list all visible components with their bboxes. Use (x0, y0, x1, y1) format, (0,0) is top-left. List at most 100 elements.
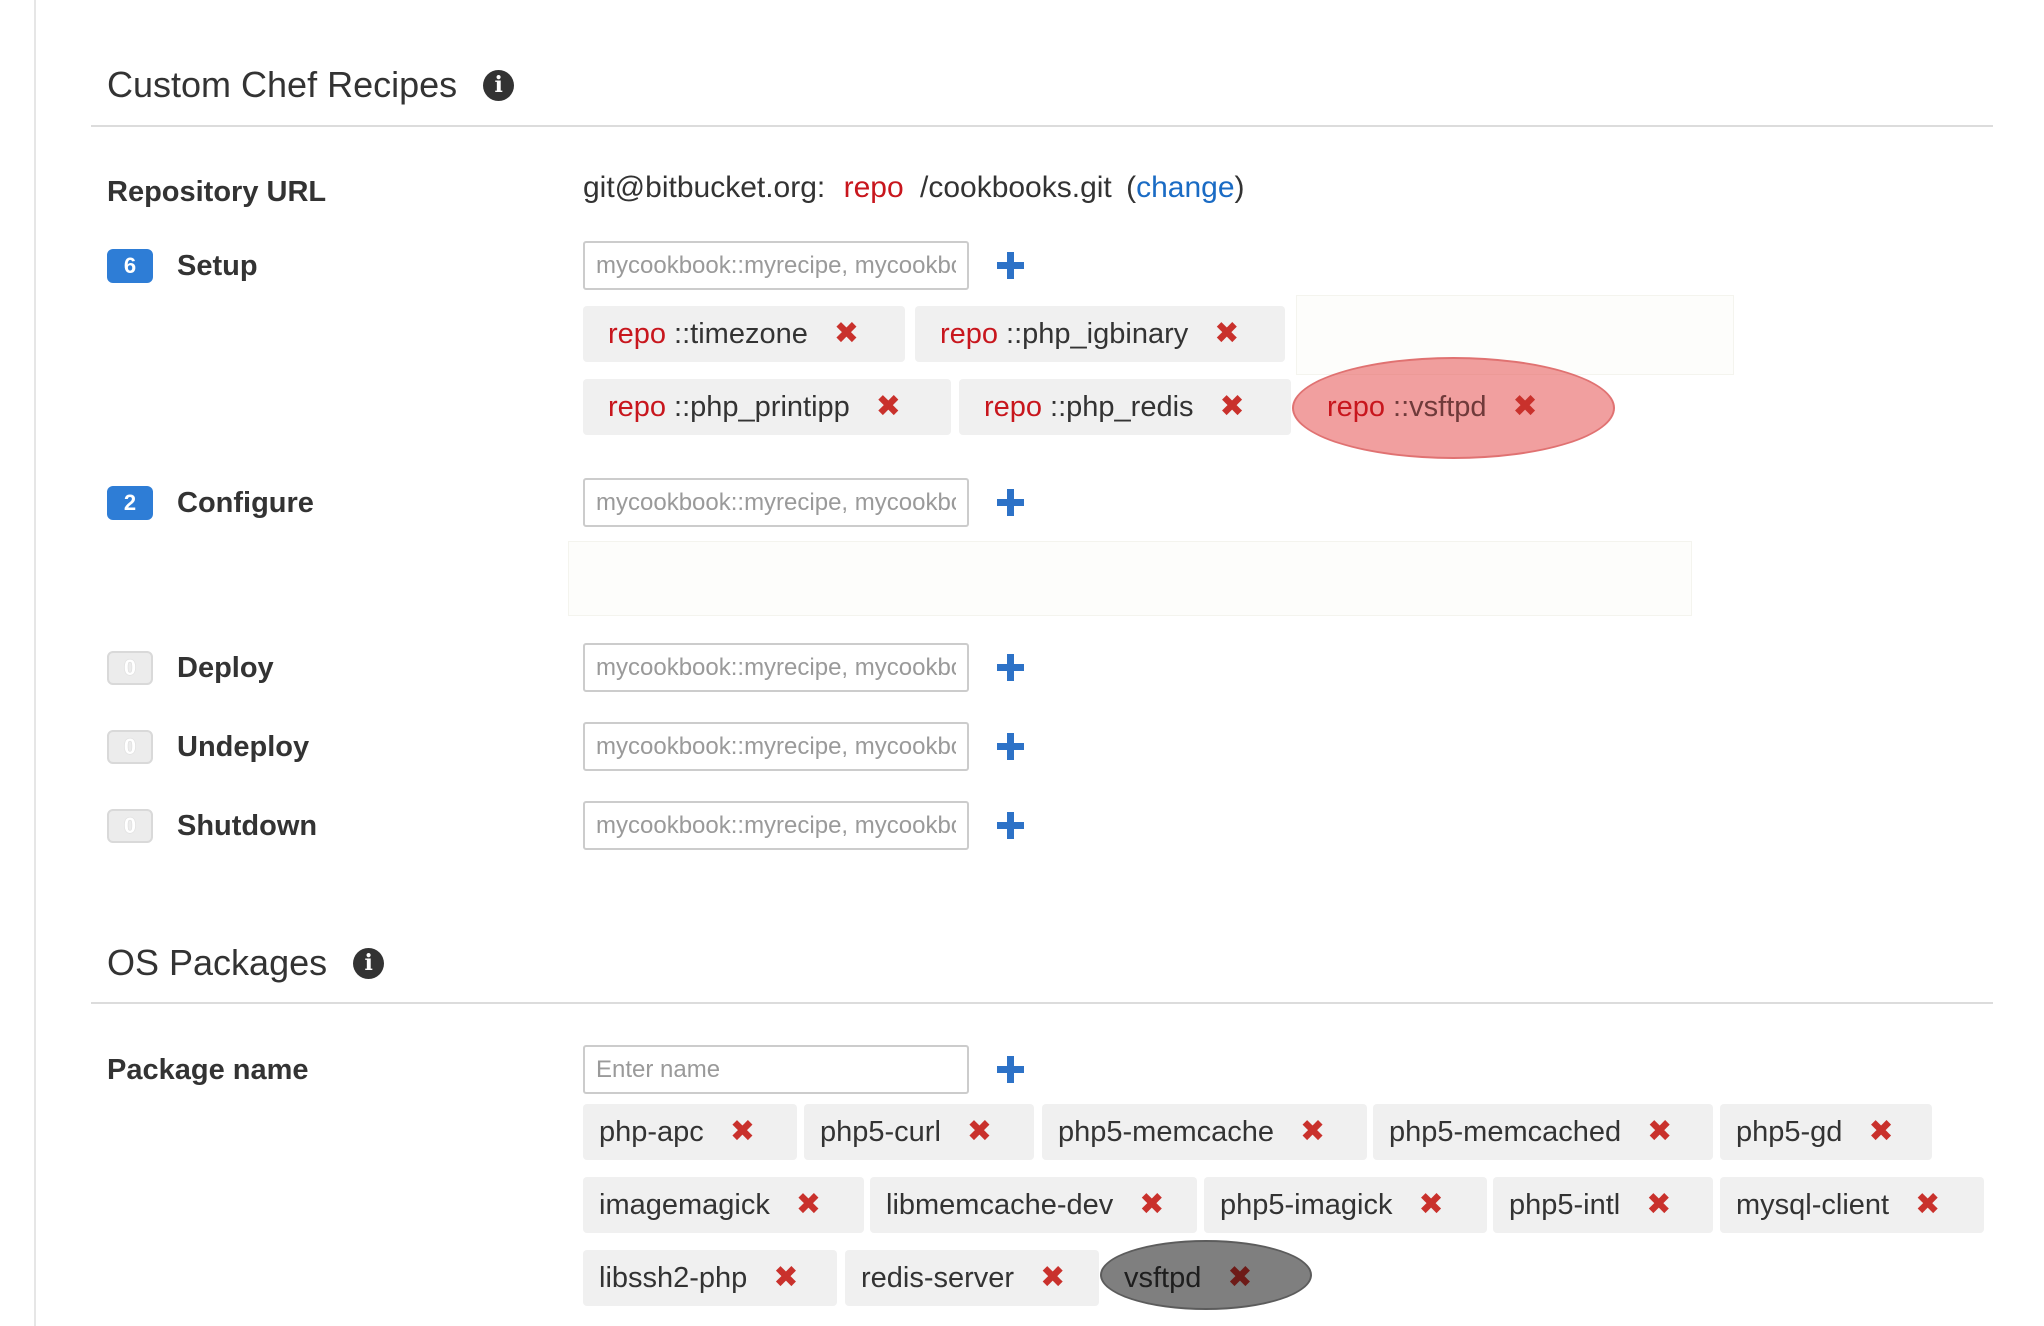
shutdown-count-badge: 0 (107, 809, 153, 843)
page-left-border (34, 0, 36, 1326)
package-tag-label: php5-memcache (1058, 1115, 1274, 1148)
package-tag: php-apc ✖ (583, 1104, 797, 1160)
undeploy-label: Undeploy (177, 730, 310, 763)
remove-x-icon[interactable]: ✖ (1646, 1190, 1671, 1220)
remove-x-icon[interactable]: ✖ (1220, 392, 1245, 422)
remove-x-icon[interactable]: ✖ (1040, 1263, 1065, 1293)
package-tag: php5-memcached ✖ (1373, 1104, 1713, 1160)
shutdown-label: Shutdown (177, 809, 318, 842)
shutdown-recipe-input[interactable] (583, 801, 969, 850)
package-tag-label: php-apc (599, 1115, 704, 1148)
package-tag-label: php5-memcached (1389, 1115, 1622, 1148)
package-tag-label: vsftpd (1124, 1261, 1202, 1294)
info-icon[interactable]: i (353, 947, 385, 979)
setup-recipe-tag-dragging[interactable]: repo ::vsftpd ✖ (1302, 379, 1580, 435)
tag-repo-prefix: repo (1327, 390, 1386, 423)
os-section-divider (91, 1002, 1993, 1004)
package-tag-label: php5-gd (1736, 1115, 1843, 1148)
repo-url-repo: repo (843, 171, 904, 204)
package-tag: redis-server ✖ (845, 1250, 1099, 1306)
event-row-deploy: 0 Deploy (107, 648, 274, 688)
configure-recipe-input[interactable] (583, 478, 969, 527)
tag-recipe-name: ::vsftpd (1393, 390, 1487, 423)
setup-recipe-tag: repo ::php_printipp ✖ (583, 379, 951, 435)
repo-url-suffix: /cookbooks.git (919, 171, 1112, 204)
setup-label: Setup (177, 249, 258, 282)
remove-x-icon[interactable]: ✖ (967, 1117, 992, 1147)
tag-recipe-name: ::php_igbinary (1006, 317, 1189, 350)
package-tag: php5-intl ✖ (1493, 1177, 1713, 1233)
os-section-title: OS Packages i (107, 938, 385, 988)
package-tag-label: libssh2-php (599, 1261, 748, 1294)
remove-x-icon[interactable]: ✖ (1214, 319, 1239, 349)
tag-recipe-name: ::php_redis (1050, 390, 1194, 423)
configure-label: Configure (177, 486, 314, 519)
package-name-input[interactable] (583, 1045, 969, 1094)
remove-x-icon[interactable]: ✖ (834, 319, 859, 349)
remove-x-icon[interactable]: ✖ (1647, 1117, 1672, 1147)
tag-recipe-name: ::timezone (674, 317, 808, 350)
configure-tag-area (568, 541, 1692, 616)
plus-icon[interactable] (997, 812, 1024, 839)
plus-icon[interactable] (997, 1056, 1024, 1083)
repo-url-close-paren: ) (1234, 171, 1245, 204)
package-tag: php5-memcache ✖ (1042, 1104, 1367, 1160)
os-section-title-text: OS Packages (107, 942, 328, 983)
tag-recipe-name: ::php_printipp (674, 390, 850, 423)
remove-x-icon[interactable]: ✖ (1227, 1263, 1252, 1293)
remove-x-icon[interactable]: ✖ (1418, 1190, 1443, 1220)
package-tag-dragging[interactable]: vsftpd ✖ (1108, 1250, 1286, 1306)
plus-icon[interactable] (997, 252, 1024, 279)
package-tag: php5-curl ✖ (804, 1104, 1034, 1160)
undeploy-count-badge: 0 (107, 730, 153, 764)
package-tag: libmemcache-dev ✖ (870, 1177, 1197, 1233)
package-tag-label: imagemagick (599, 1188, 770, 1221)
deploy-label: Deploy (177, 651, 274, 684)
setup-recipe-tag: repo ::php_igbinary ✖ (915, 306, 1285, 362)
plus-icon[interactable] (997, 654, 1024, 681)
tag-repo-prefix: repo (608, 390, 667, 423)
event-row-setup: 6 Setup (107, 246, 258, 286)
remove-x-icon[interactable]: ✖ (1513, 392, 1538, 422)
change-link[interactable]: change (1136, 171, 1234, 204)
package-tag-label: php5-intl (1509, 1188, 1621, 1221)
setup-recipe-input[interactable] (583, 241, 969, 290)
remove-x-icon[interactable]: ✖ (876, 392, 901, 422)
package-tag-label: php5-curl (820, 1115, 941, 1148)
event-row-undeploy: 0 Undeploy (107, 727, 309, 767)
tag-repo-prefix: repo (940, 317, 999, 350)
chef-section-divider (91, 125, 1993, 127)
plus-icon[interactable] (997, 733, 1024, 760)
remove-x-icon[interactable]: ✖ (1915, 1190, 1940, 1220)
deploy-count-badge: 0 (107, 651, 153, 685)
remove-x-icon[interactable]: ✖ (1139, 1190, 1164, 1220)
remove-x-icon[interactable]: ✖ (796, 1190, 821, 1220)
package-tag: php5-gd ✖ (1720, 1104, 1932, 1160)
chef-section-title-text: Custom Chef Recipes (107, 64, 458, 105)
info-icon[interactable]: i (483, 69, 515, 101)
deploy-recipe-input[interactable] (583, 643, 969, 692)
package-tag: mysql-client ✖ (1720, 1177, 1984, 1233)
event-row-shutdown: 0 Shutdown (107, 806, 317, 846)
package-tag-label: libmemcache-dev (886, 1188, 1114, 1221)
plus-icon[interactable] (997, 489, 1024, 516)
repository-url-label: Repository URL (107, 175, 327, 208)
package-tag: php5-imagick ✖ (1204, 1177, 1487, 1233)
repo-url-prefix: git@bitbucket.org: (583, 171, 826, 204)
package-tag: libssh2-php ✖ (583, 1250, 837, 1306)
remove-x-icon[interactable]: ✖ (730, 1117, 755, 1147)
setup-recipe-tag: repo ::php_redis ✖ (959, 379, 1291, 435)
tag-repo-prefix: repo (984, 390, 1043, 423)
undeploy-recipe-input[interactable] (583, 722, 969, 771)
remove-x-icon[interactable]: ✖ (1300, 1117, 1325, 1147)
repo-url-open-paren: ( (1126, 171, 1137, 204)
remove-x-icon[interactable]: ✖ (1868, 1117, 1893, 1147)
repository-url-value: git@bitbucket.org: repo /cookbooks.git (… (583, 171, 1245, 205)
setup-recipe-tag: repo ::timezone ✖ (583, 306, 905, 362)
package-name-label: Package name (107, 1053, 309, 1086)
remove-x-icon[interactable]: ✖ (773, 1263, 798, 1293)
configure-count-badge: 2 (107, 486, 153, 520)
setup-count-badge: 6 (107, 249, 153, 283)
tag-repo-prefix: repo (608, 317, 667, 350)
package-tag-label: php5-imagick (1220, 1188, 1393, 1221)
